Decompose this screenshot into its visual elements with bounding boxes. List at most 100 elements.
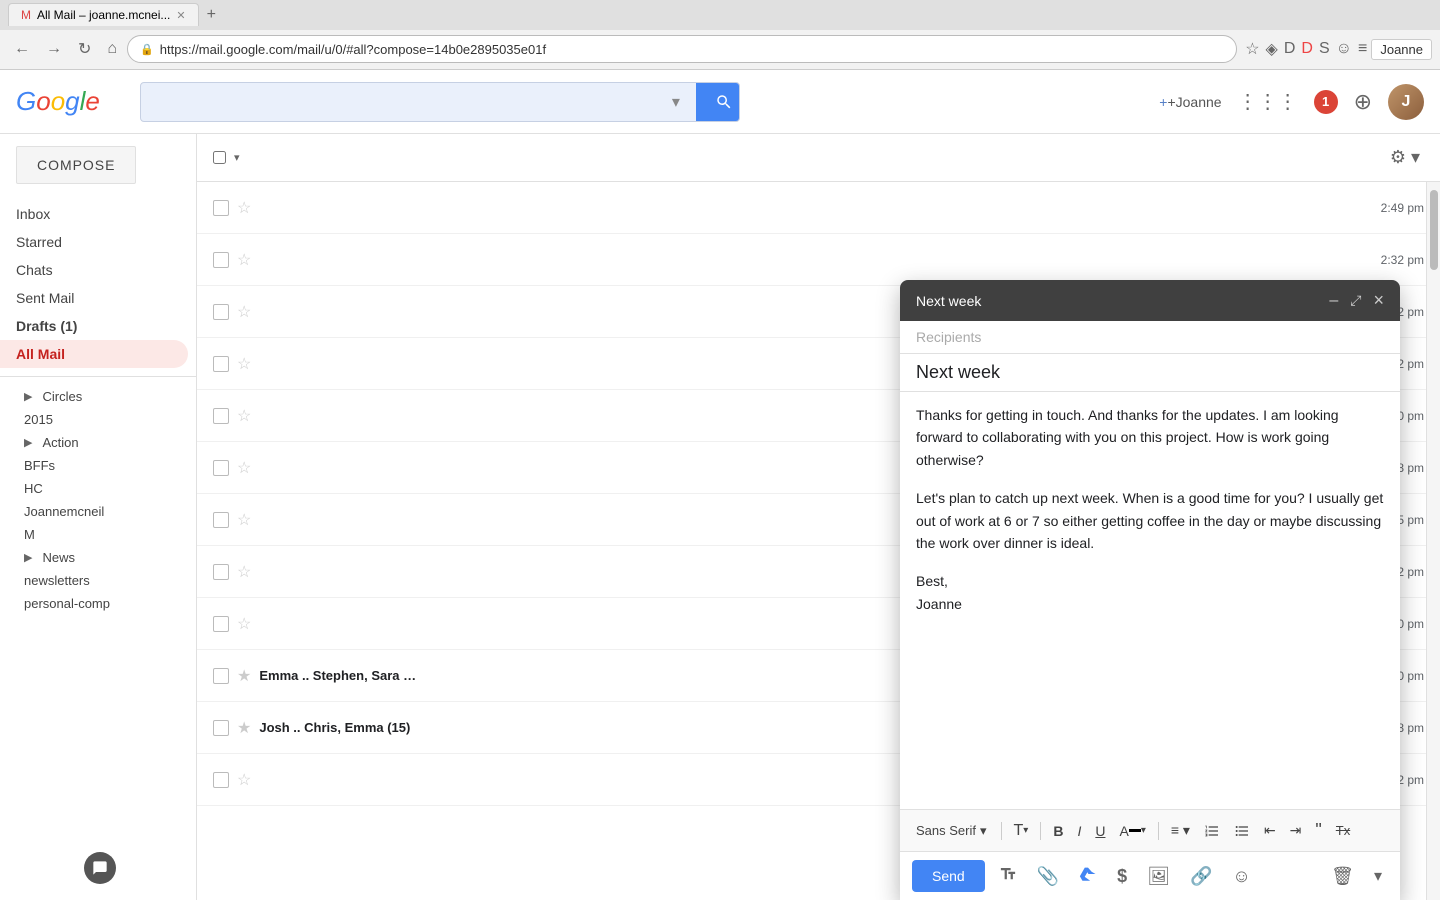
search-input[interactable] — [141, 83, 664, 121]
email-checkbox[interactable] — [213, 564, 229, 580]
active-tab[interactable]: M All Mail – joanne.mcnei... ✕ — [8, 3, 199, 26]
email-checkbox[interactable] — [213, 616, 229, 632]
star-icon[interactable]: ★ — [237, 718, 251, 738]
search-dropdown-icon[interactable]: ▾ — [664, 83, 688, 121]
email-checkbox[interactable] — [213, 512, 229, 528]
email-checkbox[interactable] — [213, 772, 229, 788]
blockquote-button[interactable]: " — [1309, 816, 1327, 845]
email-checkbox[interactable] — [213, 252, 229, 268]
sidebar-item-starred[interactable]: Starred — [0, 228, 188, 256]
compose-close-button[interactable]: × — [1373, 290, 1384, 311]
italic-button[interactable]: I — [1071, 819, 1087, 843]
email-checkbox[interactable] — [213, 304, 229, 320]
select-all-checkbox[interactable] — [213, 151, 226, 164]
nav-icon-2[interactable]: D — [1284, 40, 1296, 58]
table-row[interactable]: ☆ 2:49 pm — [197, 182, 1440, 234]
compose-button[interactable]: COMPOSE — [16, 146, 136, 184]
attach-file-button[interactable]: 📎 — [1031, 862, 1065, 891]
star-icon[interactable]: ☆ — [237, 510, 251, 530]
insert-photo-button[interactable]: 🖼 — [1141, 862, 1176, 891]
star-icon[interactable]: ☆ — [237, 458, 251, 478]
star-icon[interactable]: ☆ — [237, 250, 251, 270]
sidebar-item-personal[interactable]: personal-comp — [0, 592, 196, 615]
sidebar-item-sent[interactable]: Sent Mail — [0, 284, 188, 312]
star-icon[interactable]: ☆ — [237, 406, 251, 426]
star-icon[interactable]: ☆ — [237, 198, 251, 218]
add-circle-icon[interactable]: ⊕ — [1354, 89, 1372, 115]
underline-button[interactable]: U — [1089, 819, 1111, 843]
compose-header[interactable]: Next week – ⤢ × — [900, 280, 1400, 321]
nav-icon-3[interactable]: D — [1301, 40, 1313, 58]
sidebar-item-circles[interactable]: ▶ Circles — [0, 385, 196, 408]
user-avatar[interactable]: J — [1388, 84, 1424, 120]
sidebar-item-joannemcneil[interactable]: Joannemcneil — [0, 500, 196, 523]
back-button[interactable]: ← — [8, 36, 36, 62]
search-button[interactable] — [696, 82, 740, 122]
indent-decrease-button[interactable]: ⇤ — [1258, 818, 1282, 843]
align-button[interactable]: ≡ ▾ — [1165, 818, 1196, 843]
compose-body[interactable]: Thanks for getting in touch. And thanks … — [900, 392, 1400, 809]
apps-grid-icon[interactable]: ⋮⋮⋮ — [1238, 89, 1298, 114]
address-bar[interactable]: 🔒 https://mail.google.com/mail/u/0/#all?… — [127, 35, 1237, 63]
sidebar-item-news[interactable]: ▶ News — [0, 546, 196, 569]
sidebar-item-hc[interactable]: HC — [0, 477, 196, 500]
text-format-button[interactable] — [993, 861, 1023, 892]
sidebar-item-bffs[interactable]: BFFs — [0, 454, 196, 477]
bookmark-star-icon[interactable]: ☆ — [1245, 39, 1259, 59]
email-checkbox[interactable] — [213, 356, 229, 372]
sidebar-item-newsletters[interactable]: newsletters — [0, 569, 196, 592]
indent-increase-button[interactable]: ⇥ — [1284, 818, 1308, 843]
email-checkbox[interactable] — [213, 460, 229, 476]
text-color-button[interactable]: A ▾ — [1113, 819, 1151, 843]
bold-button[interactable]: B — [1047, 819, 1069, 843]
nav-icon-1[interactable]: ◈ — [1266, 39, 1278, 59]
nav-icon-5[interactable]: ☺ — [1336, 40, 1352, 58]
compose-subject-field[interactable]: Next week — [900, 354, 1400, 392]
notification-badge[interactable]: 1 — [1314, 90, 1338, 114]
sidebar-item-allmail[interactable]: All Mail — [0, 340, 188, 368]
chat-bubble[interactable] — [84, 852, 116, 884]
forward-button[interactable]: → — [40, 36, 68, 62]
compose-minimize-button[interactable]: – — [1329, 292, 1338, 310]
numbered-list-button[interactable] — [1198, 819, 1226, 843]
table-row[interactable]: ☆ 2:32 pm — [197, 234, 1440, 286]
email-checkbox[interactable] — [213, 668, 229, 684]
scrollbar-thumb[interactable] — [1430, 190, 1438, 270]
sidebar-item-drafts[interactable]: Drafts (1) — [0, 312, 188, 340]
tab-close-button[interactable]: ✕ — [176, 9, 185, 22]
menu-icon[interactable]: ≡ — [1358, 40, 1367, 58]
font-size-button[interactable]: T ▾ — [1008, 818, 1035, 844]
compose-to-field[interactable]: Recipients — [900, 321, 1400, 354]
sidebar-item-chats[interactable]: Chats — [0, 256, 188, 284]
star-icon[interactable]: ☆ — [237, 770, 251, 790]
star-icon[interactable]: ★ — [237, 666, 251, 686]
sidebar-item-2015[interactable]: 2015 — [0, 408, 196, 431]
sidebar-item-inbox[interactable]: Inbox — [0, 200, 188, 228]
google-drive-button[interactable] — [1073, 861, 1103, 892]
font-family-selector[interactable]: Sans Serif ▾ — [908, 819, 995, 843]
user-name[interactable]: Joanne — [1371, 39, 1432, 60]
insert-link-button[interactable]: 🔗 — [1184, 862, 1218, 891]
email-checkbox[interactable] — [213, 408, 229, 424]
sidebar-item-m[interactable]: M — [0, 523, 196, 546]
delete-compose-button[interactable]: 🗑 — [1325, 862, 1360, 891]
reload-button[interactable]: ↻ — [72, 35, 97, 63]
star-icon[interactable]: ☆ — [237, 354, 251, 374]
more-options-button[interactable]: ▾ — [1368, 862, 1388, 890]
star-icon[interactable]: ☆ — [237, 302, 251, 322]
nav-icon-4[interactable]: S — [1319, 40, 1330, 58]
select-dropdown-icon[interactable]: ▾ — [234, 151, 240, 164]
bullet-list-button[interactable] — [1228, 819, 1256, 843]
email-checkbox[interactable] — [213, 200, 229, 216]
insert-money-button[interactable]: $ — [1111, 862, 1133, 891]
plus-joanne-link[interactable]: ++Joanne — [1159, 94, 1221, 110]
clear-formatting-button[interactable]: Tx — [1330, 819, 1356, 842]
send-button[interactable]: Send — [912, 860, 985, 892]
sidebar-item-action[interactable]: ▶ Action — [0, 431, 196, 454]
email-checkbox[interactable] — [213, 720, 229, 736]
scrollbar[interactable] — [1426, 182, 1440, 900]
settings-button[interactable]: ⚙ ▾ — [1386, 143, 1424, 172]
compose-expand-button[interactable]: ⤢ — [1350, 292, 1361, 309]
new-tab-button[interactable]: + — [199, 2, 224, 28]
home-button[interactable]: ⌂ — [101, 36, 123, 62]
